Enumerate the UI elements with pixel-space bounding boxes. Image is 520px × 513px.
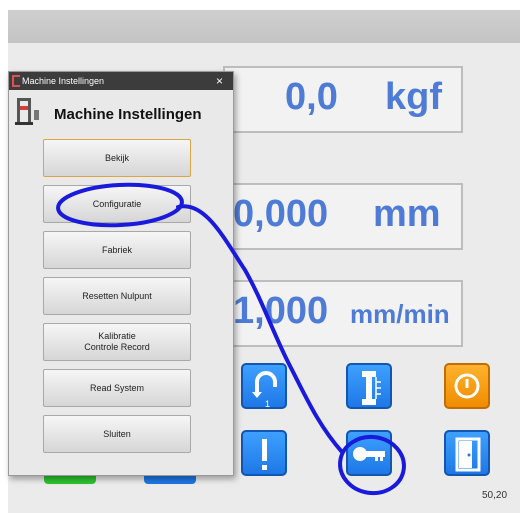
specimen-button[interactable]	[346, 363, 392, 409]
position-value: 0,000	[233, 193, 329, 235]
position-readout: 0,000 mm	[223, 183, 463, 250]
speed-unit: mm/min	[350, 299, 450, 329]
return-to-position-button[interactable]: 1	[241, 363, 287, 409]
speed-readout: 1,000 mm/min	[223, 280, 463, 347]
calibration-line1: Kalibratie	[98, 331, 136, 341]
read-system-button-label: Read System	[89, 382, 145, 393]
speed-value: 1,000	[233, 290, 329, 332]
version-label: 50,20	[482, 490, 508, 501]
machine-icon	[15, 98, 39, 125]
close-icon[interactable]: ×	[216, 72, 223, 90]
configuration-button[interactable]: Configuratie	[43, 185, 191, 223]
key-icon	[353, 447, 385, 461]
read-system-button[interactable]: Read System	[43, 369, 191, 407]
machine-settings-dialog: Machine Instellingen × Machine Instellin…	[8, 71, 234, 476]
svg-text:1: 1	[265, 399, 270, 409]
power-icon	[454, 373, 480, 399]
stop-button-edge[interactable]	[144, 476, 196, 484]
close-dialog-button-label: Sluiten	[103, 428, 131, 439]
start-button-edge[interactable]	[44, 476, 96, 484]
force-value: 0,0	[285, 76, 338, 118]
factory-button[interactable]: Fabriek	[43, 231, 191, 269]
close-dialog-button[interactable]: Sluiten	[43, 415, 191, 453]
force-unit: kgf	[385, 76, 442, 118]
exit-button[interactable]	[444, 430, 490, 476]
calibration-record-button[interactable]: Kalibratie Controle Record	[43, 323, 191, 361]
machine-small-icon	[12, 75, 20, 87]
view-button[interactable]: Bekijk	[43, 139, 191, 177]
return-to-position-icon: 1	[252, 371, 277, 409]
factory-button-label: Fabriek	[101, 244, 132, 255]
dialog-header-title: Machine Instellingen	[54, 106, 202, 123]
dialog-header: Machine Instellingen	[9, 90, 233, 134]
reset-zero-button[interactable]: Resetten Nulpunt	[43, 277, 191, 315]
alert-button[interactable]	[241, 430, 287, 476]
position-unit: mm	[373, 193, 441, 235]
power-button[interactable]	[444, 363, 490, 409]
specimen-icon	[362, 371, 381, 405]
configuration-button-label: Configuratie	[92, 198, 142, 209]
exit-door-icon	[455, 437, 481, 472]
calibration-line2: Controle Record	[84, 342, 150, 352]
top-bar	[8, 10, 520, 43]
dialog-titlebar: Machine Instellingen ×	[9, 72, 233, 90]
dialog-window-title: Machine Instellingen	[22, 76, 105, 86]
force-readout: 0,0 kgf	[223, 66, 463, 133]
alert-icon	[262, 439, 267, 470]
view-button-label: Bekijk	[104, 152, 129, 163]
settings-key-button[interactable]	[346, 430, 392, 476]
reset-zero-button-label: Resetten Nulpunt	[82, 290, 152, 301]
